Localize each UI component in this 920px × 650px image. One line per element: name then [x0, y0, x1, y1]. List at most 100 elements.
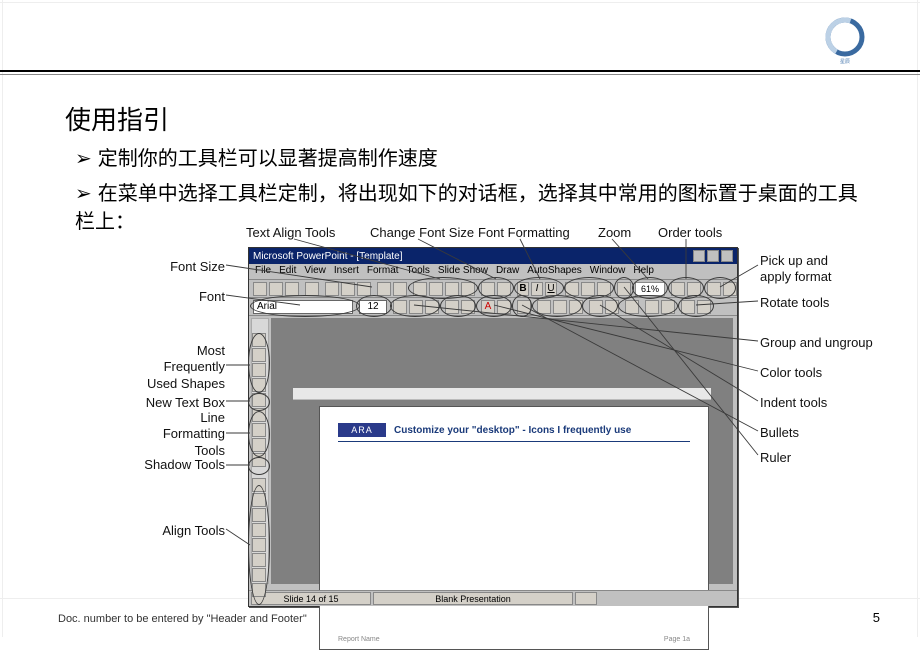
tb-increase-indent-icon[interactable]	[605, 300, 619, 314]
label-shadow-tools: Shadow Tools	[144, 457, 225, 473]
tb-superscript-icon[interactable]	[581, 282, 595, 296]
minimize-button[interactable]	[693, 250, 705, 262]
tb-ungroup-icon[interactable]	[409, 300, 423, 314]
tb-3d-icon[interactable]	[645, 300, 659, 314]
tool-line-weight-icon[interactable]	[252, 408, 266, 422]
tb-bold-icon[interactable]: B	[517, 282, 529, 296]
tb-align-left-icon[interactable]	[413, 282, 427, 296]
tb-decrease-font-icon[interactable]	[497, 282, 511, 296]
tb-bring-front-icon[interactable]	[671, 282, 685, 296]
slide-title: Customize your "desktop" - Icons I frequ…	[394, 425, 631, 436]
font-size-selector[interactable]: 12	[359, 300, 387, 314]
page-title: 使用指引	[65, 100, 169, 137]
tool-dash-icon[interactable]	[252, 423, 266, 437]
menu-draw[interactable]: Draw	[496, 265, 519, 278]
tb-dash-style-icon[interactable]	[569, 300, 583, 314]
tb-apply-format-icon[interactable]	[723, 282, 737, 296]
tb-new-icon[interactable]	[253, 282, 267, 296]
slide-footer-left: Report Name	[338, 636, 380, 643]
tb-group-icon[interactable]	[393, 300, 407, 314]
tb-redo-icon[interactable]	[393, 282, 407, 296]
label-zoom: Zoom	[598, 225, 631, 241]
tb-flip-h-icon[interactable]	[681, 300, 695, 314]
slide-footer-right: Page 1a	[664, 636, 690, 643]
toolbar-row-1: B I U 61%	[249, 280, 737, 298]
tb-save-icon[interactable]	[285, 282, 299, 296]
tb-rotate-right-icon[interactable]	[461, 300, 475, 314]
tool-distribute-h-icon[interactable]	[252, 568, 266, 582]
tool-align-center-icon[interactable]	[252, 493, 266, 507]
tb-decrease-indent-icon[interactable]	[589, 300, 603, 314]
tool-shadow-icon[interactable]	[252, 453, 266, 467]
status-spell-icon	[575, 592, 597, 605]
label-font-size: Font Size	[170, 259, 225, 275]
menu-tools[interactable]: Tools	[407, 265, 430, 278]
tool-distribute-v-icon[interactable]	[252, 583, 266, 597]
label-ruler: Ruler	[760, 450, 791, 466]
tb-paste-icon[interactable]	[357, 282, 371, 296]
tool-rectangle-icon[interactable]	[252, 363, 266, 377]
label-order-tools: Order tools	[658, 225, 722, 241]
tb-zoom-field[interactable]: 61%	[635, 282, 665, 296]
tb-copy-icon[interactable]	[341, 282, 355, 296]
menu-slideshow[interactable]: Slide Show	[438, 265, 488, 278]
tb-line-style-icon[interactable]	[553, 300, 567, 314]
menu-help[interactable]: Help	[633, 265, 654, 278]
tb-rotate-left-icon[interactable]	[445, 300, 459, 314]
tool-align-left-icon[interactable]	[252, 478, 266, 492]
tb-subscript-icon[interactable]	[597, 282, 611, 296]
label-font-formatting: Font Formatting	[478, 225, 570, 241]
close-button[interactable]	[721, 250, 733, 262]
font-selector[interactable]: Arial	[253, 300, 353, 314]
tb-regroup-icon[interactable]	[425, 300, 439, 314]
menu-view[interactable]: View	[304, 265, 326, 278]
label-most-frequently-used-shapes: Most Frequently Used Shapes	[147, 343, 225, 392]
tool-align-top-icon[interactable]	[252, 523, 266, 537]
menu-autoshapes[interactable]: AutoShapes	[527, 265, 582, 278]
label-color-tools: Color tools	[760, 365, 822, 381]
label-new-text-box: New Text Box	[146, 395, 225, 411]
tb-increase-font-icon[interactable]	[481, 282, 495, 296]
tb-shadow-icon[interactable]	[565, 282, 579, 296]
label-group-ungroup: Group and ungroup	[760, 335, 873, 351]
tb-pickup-format-icon[interactable]	[707, 282, 721, 296]
brand-logo: 星辰	[820, 15, 870, 65]
tool-textbox-icon[interactable]	[252, 393, 266, 407]
slide-page: ARA Customize your "desktop" - Icons I f…	[319, 406, 709, 650]
tb-fill-color-icon[interactable]	[497, 300, 511, 314]
menu-bar[interactable]: File Edit View Insert Format Tools Slide…	[249, 264, 737, 280]
tb-cut-icon[interactable]	[325, 282, 339, 296]
tb-bullets-icon[interactable]	[517, 300, 531, 314]
tb-align-right-icon[interactable]	[445, 282, 459, 296]
tb-underline-icon[interactable]: U	[545, 282, 557, 296]
tool-align-bottom-icon[interactable]	[252, 553, 266, 567]
tb-send-back-icon[interactable]	[687, 282, 701, 296]
tb-open-icon[interactable]	[269, 282, 283, 296]
slide-logo: ARA	[338, 423, 386, 437]
status-slide-count: Slide 14 of 15	[251, 592, 371, 605]
tb-align-justify-icon[interactable]	[461, 282, 475, 296]
menu-window[interactable]: Window	[590, 265, 626, 278]
tool-arrow-icon[interactable]	[252, 438, 266, 452]
menu-edit[interactable]: Edit	[279, 265, 296, 278]
tb-ruler-icon[interactable]	[617, 282, 631, 296]
menu-format[interactable]: Format	[367, 265, 399, 278]
maximize-button[interactable]	[707, 250, 719, 262]
tb-align-center-icon[interactable]	[429, 282, 443, 296]
tb-print-icon[interactable]	[305, 282, 319, 296]
menu-insert[interactable]: Insert	[334, 265, 359, 278]
tb-italic-icon[interactable]: I	[531, 282, 543, 296]
tool-pointer-icon[interactable]	[252, 333, 266, 347]
tool-align-middle-icon[interactable]	[252, 538, 266, 552]
drawing-toolbar	[252, 333, 266, 598]
tb-font-color-icon[interactable]: A	[481, 300, 495, 314]
tb-undo-icon[interactable]	[377, 282, 391, 296]
tb-line-color-icon[interactable]	[537, 300, 551, 314]
tool-oval-icon[interactable]	[252, 378, 266, 392]
tb-arrow-style-icon[interactable]	[625, 300, 639, 314]
tool-line-icon[interactable]	[252, 348, 266, 362]
tb-free-rotate-icon[interactable]	[661, 300, 675, 314]
tb-flip-v-icon[interactable]	[697, 300, 711, 314]
menu-file[interactable]: File	[255, 265, 271, 278]
tool-align-right-icon[interactable]	[252, 508, 266, 522]
